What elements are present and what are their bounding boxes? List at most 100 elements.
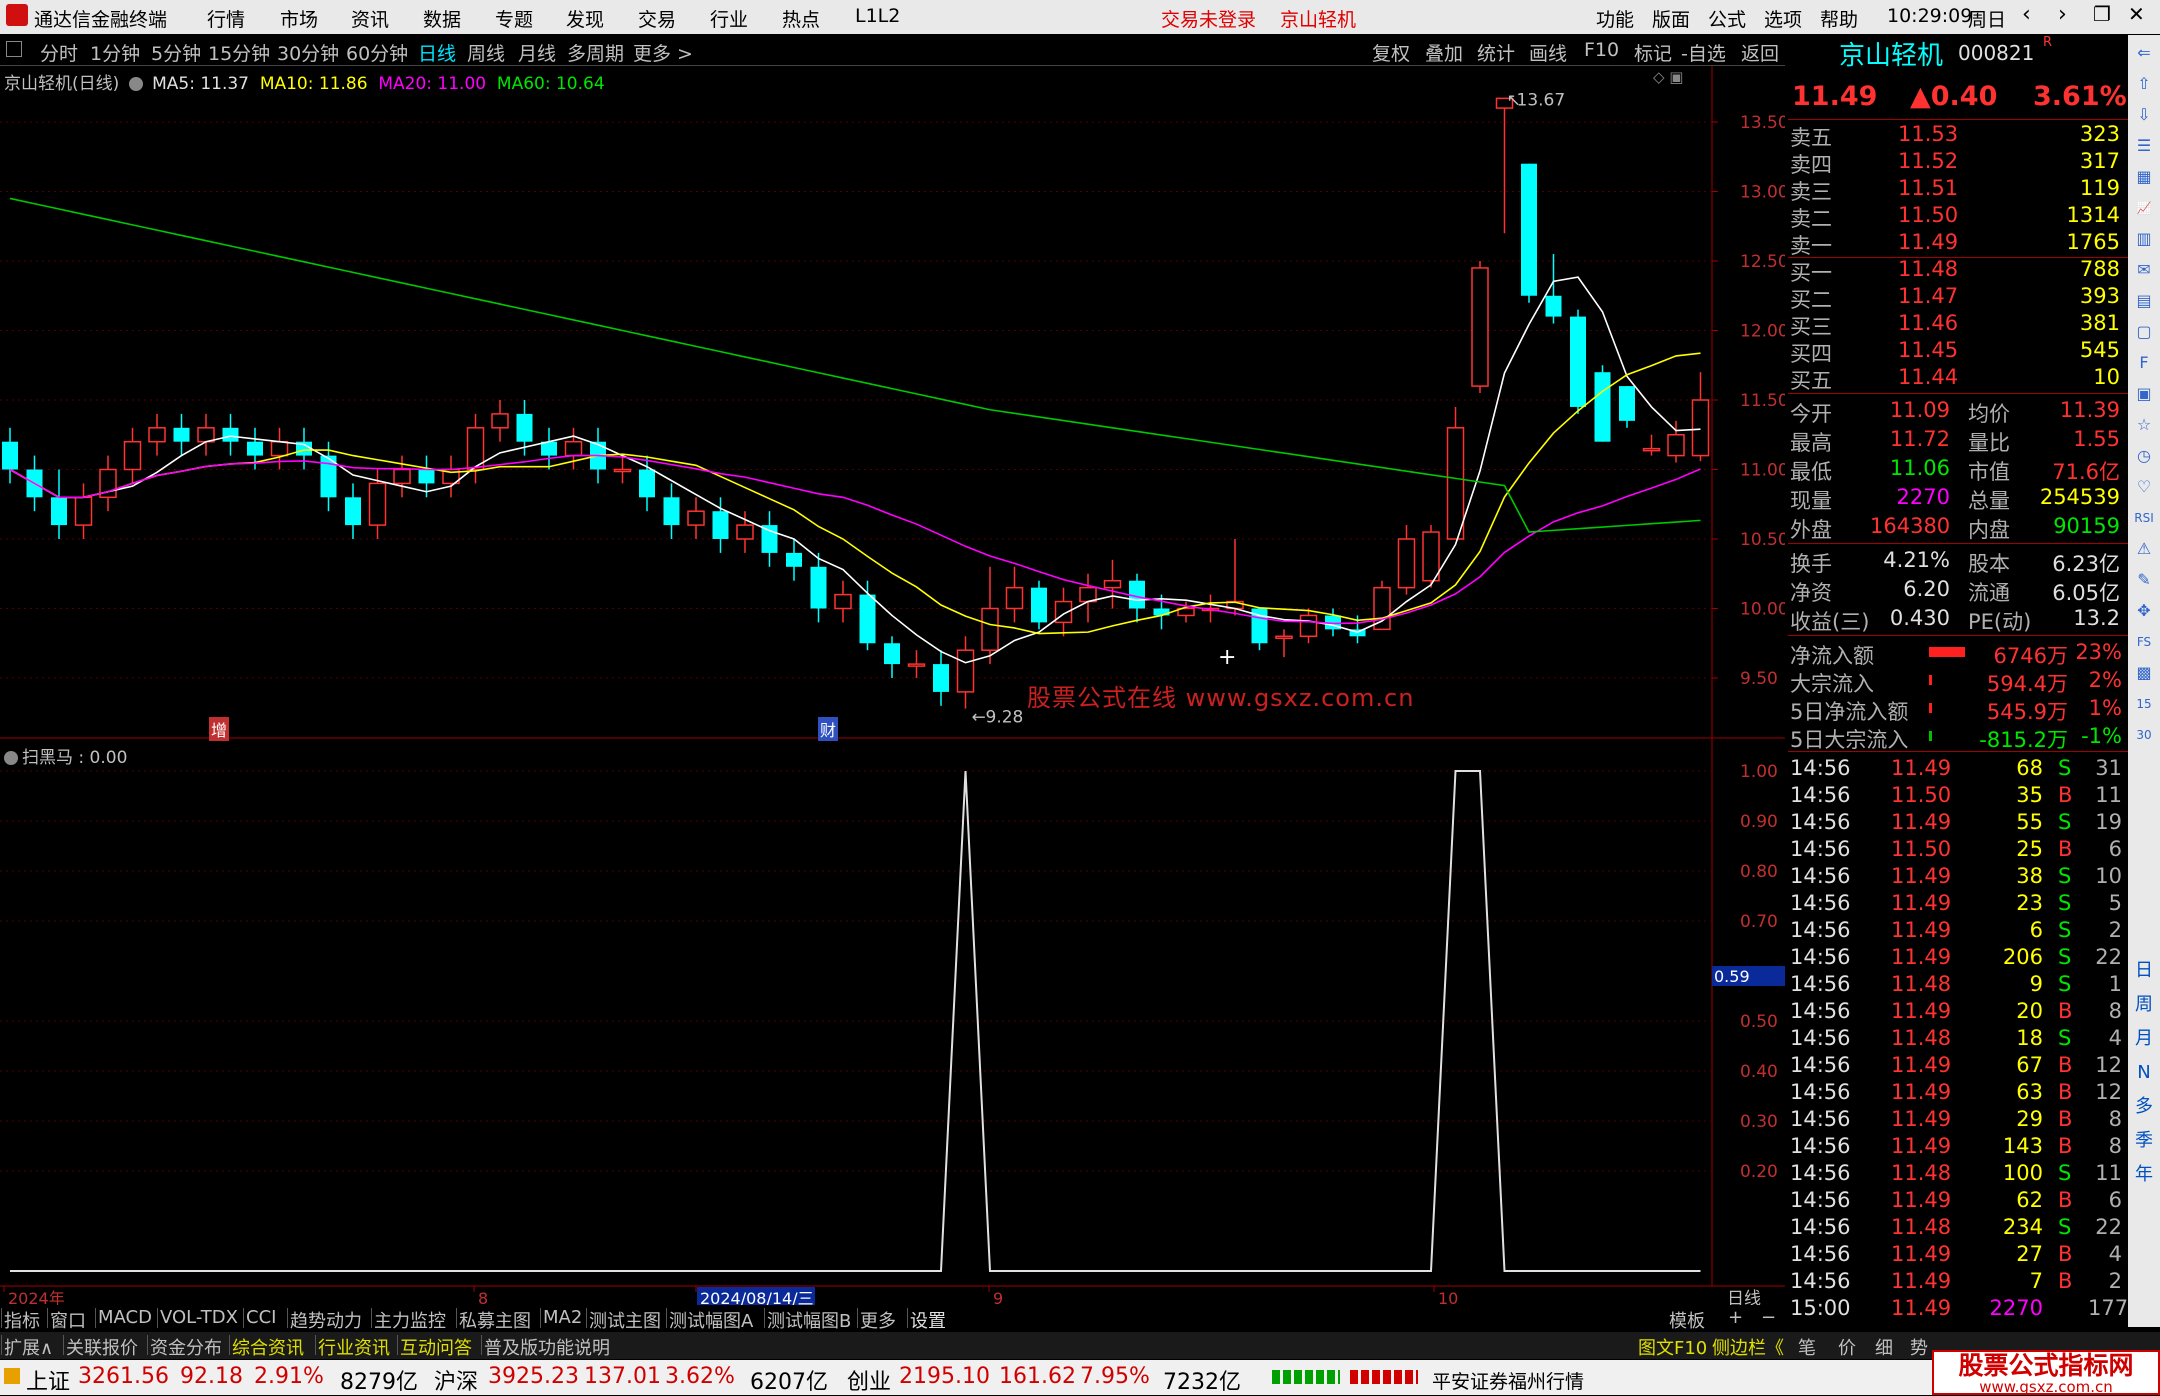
indicator-tab-7[interactable]: 私募主图 xyxy=(459,1307,531,1333)
indicator-tab-1[interactable]: 窗口 xyxy=(50,1307,86,1333)
period-label[interactable]: 日线 xyxy=(1727,1289,1761,1306)
candle[interactable] xyxy=(663,483,680,539)
tool-zixuan[interactable]: -自选 xyxy=(1681,39,1726,66)
tool-fanhui[interactable]: 返回 xyxy=(1741,39,1779,66)
period-day[interactable]: 日线 xyxy=(418,39,456,66)
collapse-icon[interactable]: ⇐ xyxy=(2132,41,2156,65)
login-status[interactable]: 交易未登录 xyxy=(1161,5,1256,32)
extension-tab-2[interactable]: 资金分布 xyxy=(150,1334,222,1360)
candle[interactable] xyxy=(2,427,18,484)
candle[interactable] xyxy=(222,413,239,456)
candle[interactable] xyxy=(761,511,778,567)
extension-tab-6[interactable]: 普及版功能说明 xyxy=(484,1334,610,1360)
period-multi[interactable]: 多周期 xyxy=(567,39,624,66)
menu-shuju[interactable]: 数据 xyxy=(423,5,461,32)
forward-icon[interactable]: › xyxy=(2058,2,2067,27)
period-side-2[interactable]: 月 xyxy=(2132,1027,2156,1051)
fs2-icon[interactable]: FS xyxy=(2132,630,2156,654)
period-side-0[interactable]: 日 xyxy=(2132,959,2156,983)
tool-fuquan[interactable]: 复权 xyxy=(1372,39,1410,66)
candle[interactable] xyxy=(1667,420,1685,463)
tool-huaxian[interactable]: 画线 xyxy=(1529,39,1567,66)
candle[interactable] xyxy=(466,413,485,484)
menu-hangye[interactable]: 行业 xyxy=(710,5,748,32)
candle[interactable] xyxy=(148,413,166,456)
menu-gongneng[interactable]: 功能 xyxy=(1596,5,1634,32)
candle[interactable] xyxy=(1570,309,1586,414)
chart-area[interactable]: 13.50 13.00 12.50 12.00 11.50 11.00 10.50 10.00… xyxy=(0,66,1785,1306)
menu-jiaoyi[interactable]: 交易 xyxy=(638,5,676,32)
event-tag-cai[interactable]: 财 xyxy=(818,717,839,741)
extension-right-tab-0[interactable]: 图文F10 xyxy=(1638,1334,1707,1360)
candle[interactable] xyxy=(1691,372,1710,462)
candle[interactable] xyxy=(956,636,975,709)
menu-faxian[interactable]: 发现 xyxy=(566,5,604,32)
candle-icon[interactable]: ▥ xyxy=(2132,227,2156,251)
menu-zhuanti[interactable]: 专题 xyxy=(495,5,533,32)
clock-icon[interactable]: ◷ xyxy=(2132,444,2156,468)
candle[interactable] xyxy=(1642,434,1661,456)
indicator-tab-6[interactable]: 主力监控 xyxy=(374,1307,446,1333)
period-side-6[interactable]: 年 xyxy=(2132,1163,2156,1187)
indicator-tab-9[interactable]: 测试主图 xyxy=(589,1307,661,1333)
settings-circle-icon[interactable] xyxy=(128,77,143,91)
grid-icon[interactable]: ▦ xyxy=(2132,165,2156,189)
indicator-tab-8[interactable]: MA2 xyxy=(543,1307,582,1328)
candle[interactable] xyxy=(1471,261,1489,394)
candle[interactable] xyxy=(270,427,289,470)
period-fenshi[interactable]: 分时 xyxy=(40,39,78,66)
indicator-tab-11[interactable]: 测试幅图B xyxy=(767,1307,851,1333)
candle[interactable] xyxy=(687,497,705,539)
candle[interactable] xyxy=(1446,406,1465,540)
period-month[interactable]: 月线 xyxy=(518,39,556,66)
event-tag-zeng[interactable]: 增 xyxy=(209,717,230,741)
candle[interactable] xyxy=(1373,580,1391,631)
tool-tongji[interactable]: 统计 xyxy=(1477,39,1515,66)
extension-right-tab-3[interactable]: 价 xyxy=(1838,1334,1856,1360)
indicator-tab-2[interactable]: MACD xyxy=(98,1307,152,1328)
period-30min[interactable]: 30分钟 xyxy=(277,39,339,66)
candle[interactable] xyxy=(907,650,926,678)
indicator-tab-4[interactable]: CCI xyxy=(246,1307,276,1328)
extension-tab-3[interactable]: 综合资讯 xyxy=(232,1334,304,1360)
candle[interactable] xyxy=(1422,525,1440,588)
up-arrow-icon[interactable]: ⇧ xyxy=(2132,72,2156,96)
candle[interactable] xyxy=(296,427,312,470)
15-icon[interactable]: 15 xyxy=(2132,692,2156,716)
menu-banmian[interactable]: 版面 xyxy=(1652,5,1690,32)
extension-right-tab-5[interactable]: 势 xyxy=(1910,1334,1928,1360)
period-1min[interactable]: 1分钟 xyxy=(90,39,140,66)
candle[interactable] xyxy=(1299,608,1318,644)
indicator-tab-13[interactable]: 设置 xyxy=(910,1307,946,1333)
indicator-tab-10[interactable]: 测试幅图A xyxy=(669,1307,753,1333)
candle[interactable] xyxy=(981,566,999,665)
period-side-1[interactable]: 周 xyxy=(2132,993,2156,1017)
candle[interactable] xyxy=(884,636,900,678)
template-btn-0[interactable]: 模板 xyxy=(1669,1307,1705,1333)
chart-icon[interactable]: 📈 xyxy=(2132,196,2156,220)
f10-icon[interactable]: F xyxy=(2132,351,2156,375)
rank-icon[interactable]: ▩ xyxy=(2132,661,2156,685)
candle[interactable] xyxy=(1005,566,1024,623)
menu-shichang[interactable]: 市场 xyxy=(280,5,318,32)
menu-xuanxiang[interactable]: 选项 xyxy=(1764,5,1802,32)
rsi-icon[interactable]: RSI xyxy=(2132,506,2156,530)
extension-right-tab-1[interactable]: 侧边栏《 xyxy=(1712,1334,1784,1360)
candle[interactable] xyxy=(810,552,827,623)
tool-f10[interactable]: F10 xyxy=(1584,39,1619,61)
period-side-5[interactable]: 季 xyxy=(2132,1129,2156,1153)
extension-tab-4[interactable]: 行业资讯 xyxy=(318,1334,390,1360)
candle[interactable] xyxy=(1275,629,1293,658)
candle[interactable] xyxy=(442,455,460,498)
period-15min[interactable]: 15分钟 xyxy=(208,39,270,66)
indicator-tab-0[interactable]: 指标 xyxy=(4,1307,40,1333)
candle[interactable] xyxy=(1594,365,1611,442)
detail-icon[interactable]: ▣ xyxy=(2132,382,2156,406)
extension-tab-0[interactable]: 扩展∧ xyxy=(4,1334,53,1360)
sz-index-name[interactable]: 沪深 xyxy=(434,1364,478,1396)
candle[interactable] xyxy=(933,650,949,706)
heart-icon[interactable]: ♡ xyxy=(2132,475,2156,499)
tool-diejia[interactable]: 叠加 xyxy=(1425,39,1463,66)
menu-bangzhu[interactable]: 帮助 xyxy=(1820,5,1858,32)
extension-right-tab-2[interactable]: 笔 xyxy=(1798,1334,1816,1360)
